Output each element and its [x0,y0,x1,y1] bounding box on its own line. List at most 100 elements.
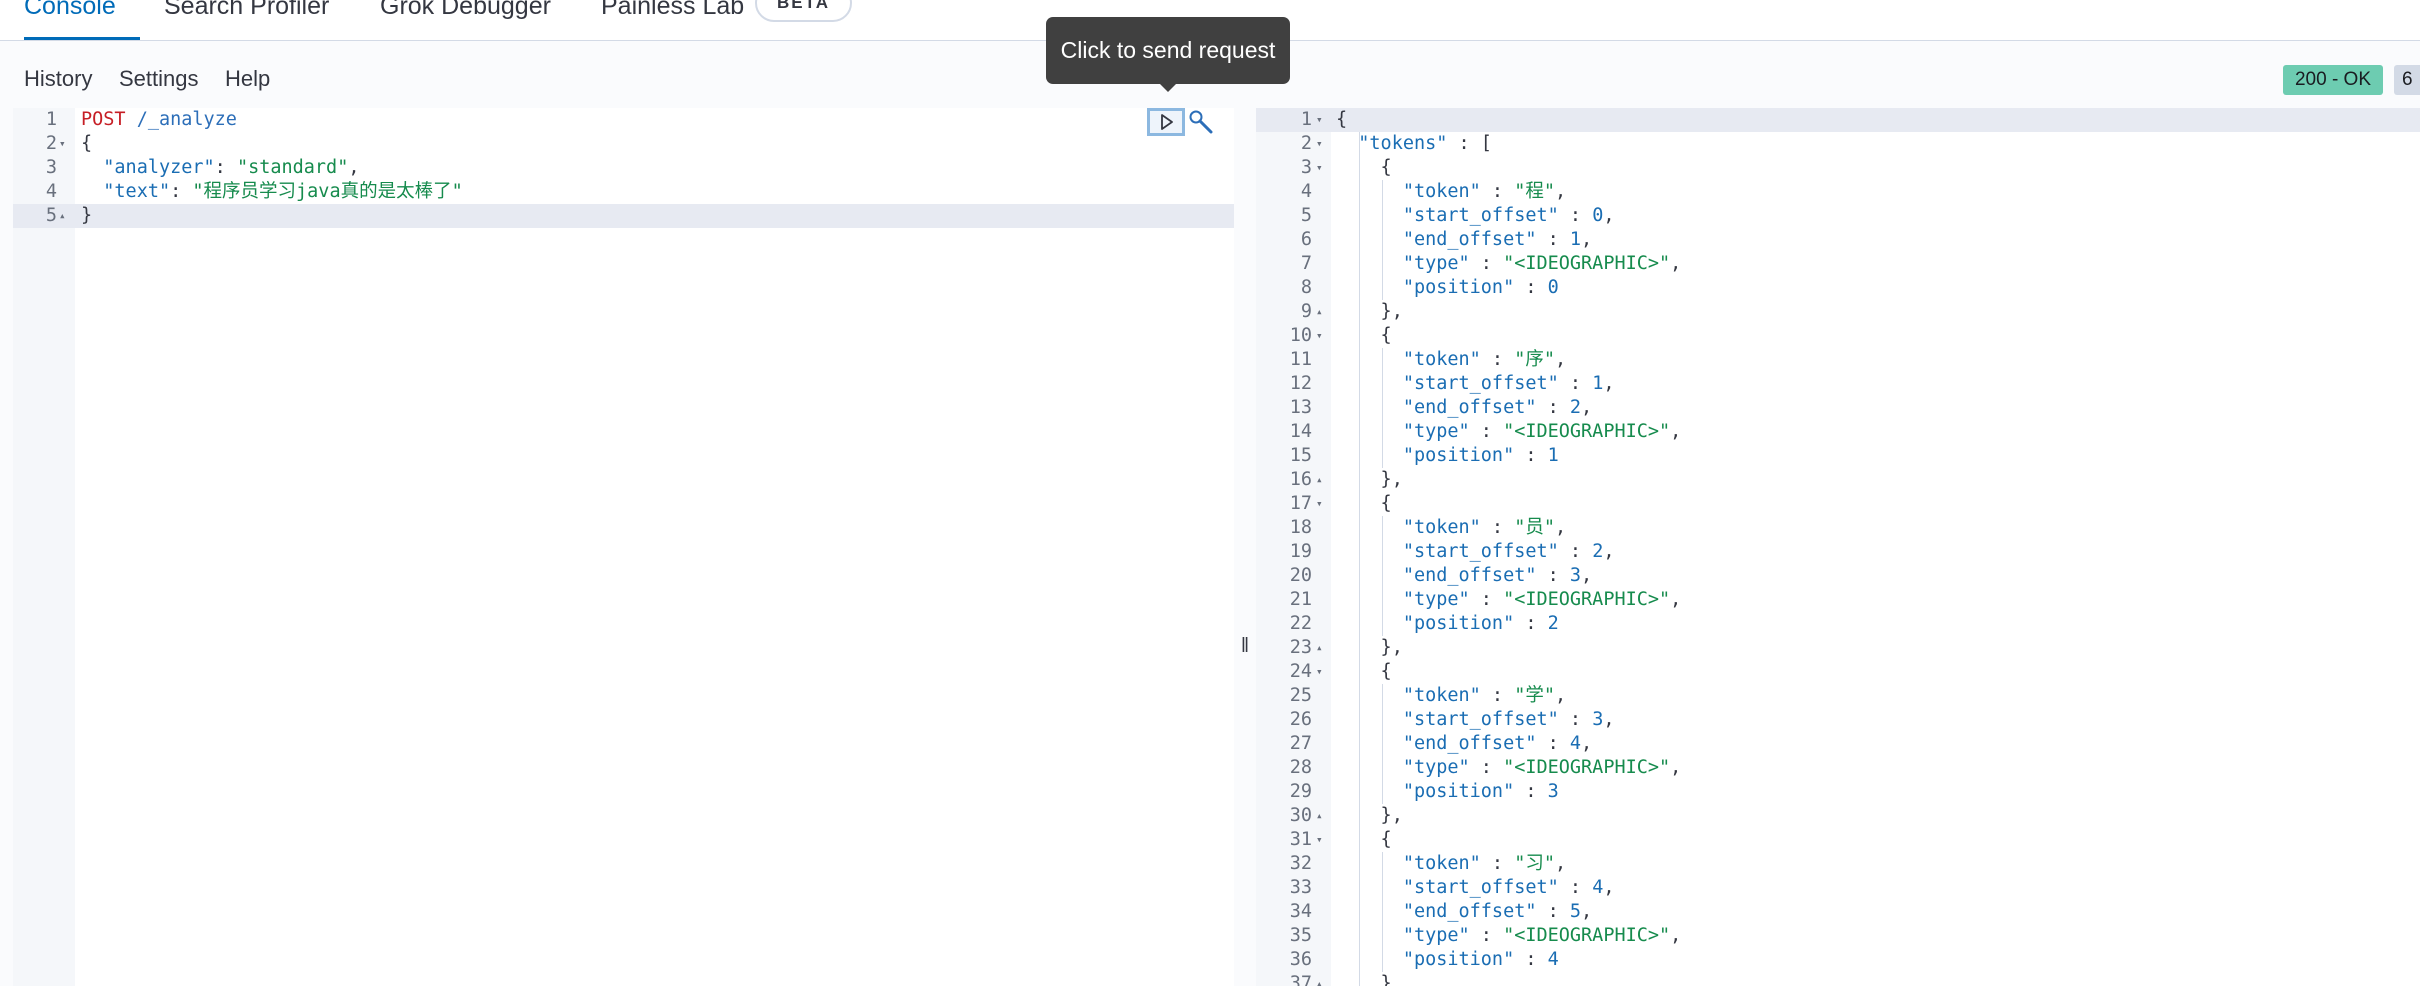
token-punct: }, [1336,805,1403,826]
line-number: 20 [1289,565,1312,586]
code-line: 11 "token" : "序", [1256,348,2420,372]
token-punct: , [1581,229,1593,250]
code-text: "type" : "<IDEOGRAPHIC>", [1336,420,1681,444]
token-punct: , [1581,901,1593,922]
request-settings-button[interactable] [1187,108,1217,138]
code-text: "position" : 0 [1336,276,1559,300]
token-punct: : [1536,901,1570,922]
token-punct: , [1581,397,1593,418]
token-punct [1336,877,1403,898]
line-number: 34 [1289,901,1312,922]
line-number: 32 [1289,853,1312,874]
code-text: "end_offset" : 5, [1336,900,1592,924]
token-punct: { [1336,493,1392,514]
token-punct [1336,277,1403,298]
code-text: "type" : "<IDEOGRAPHIC>", [1336,756,1681,780]
token-punct: , [1670,253,1682,274]
token-key: "type" [1402,589,1470,610]
token-str: "<IDEOGRAPHIC>" [1503,253,1671,274]
fold-close-icon[interactable]: ▴ [59,204,66,228]
token-str: "序" [1514,349,1555,370]
token-punct [1336,397,1403,418]
token-punct [126,109,137,130]
token-str: "员" [1514,517,1555,538]
token-punct: , [1670,757,1682,778]
code-line: 4 "token" : "程", [1256,180,2420,204]
code-line: 2 ▾ "tokens" : [ [1256,132,2420,156]
fold-open-icon[interactable]: ▾ [1316,492,1323,516]
fold-close-icon[interactable]: ▴ [1316,300,1323,324]
code-line: 10 ▾ { [1256,324,2420,348]
token-key: "type" [1402,253,1470,274]
fold-close-icon[interactable]: ▴ [1316,804,1323,828]
token-punct: { [1336,325,1392,346]
settings-menu[interactable]: Settings [119,66,199,92]
tab-console[interactable]: Console [24,0,140,40]
send-request-button[interactable] [1147,108,1185,136]
token-num: 1 [1592,373,1604,394]
code-line: 24 ▾ { [1256,660,2420,684]
status-badge: 200 - OK [2283,65,2383,95]
token-key: "start_offset" [1402,709,1559,730]
code-text: { [1336,828,1392,852]
token-num: 5 [1569,901,1582,922]
fold-open-icon[interactable]: ▾ [1316,156,1323,180]
token-punct: : [170,181,193,202]
history-menu[interactable]: History [24,66,92,92]
token-punct: : [1469,421,1504,442]
fold-open-icon[interactable]: ▾ [1316,324,1323,348]
play-icon [1161,114,1173,130]
fold-close-icon[interactable]: ▴ [1316,636,1323,660]
token-punct: , [1581,565,1593,586]
token-punct: : [214,157,237,178]
line-number: 3 [45,157,57,178]
code-text: }, [1336,972,1403,986]
fold-open-icon[interactable]: ▾ [1316,660,1323,684]
code-line: 16 ▴ }, [1256,468,2420,492]
token-punct: : [1558,205,1593,226]
fold-open-icon[interactable]: ▾ [1316,132,1323,156]
code-line: 7 "type" : "<IDEOGRAPHIC>", [1256,252,2420,276]
tab-search-profiler[interactable]: Search Profiler [164,0,329,40]
fold-open-icon[interactable]: ▾ [59,132,66,156]
token-punct: , [1555,181,1567,202]
token-key: "type" [1402,421,1470,442]
code-text: { [1336,324,1392,348]
token-num: 4 [1547,949,1559,970]
token-key: "position" [1402,949,1515,970]
fold-close-icon[interactable]: ▴ [1316,468,1323,492]
token-punct: , [1603,205,1615,226]
token-punct [1336,205,1403,226]
code-text: "position" : 1 [1336,444,1559,468]
indent-guide [1382,180,1383,300]
tab-painless-lab[interactable]: Painless Lab [601,0,744,40]
code-line: 32 "token" : "习", [1256,852,2420,876]
token-str: "程" [1514,181,1555,202]
token-punct: : [1480,685,1515,706]
code-text: }, [1336,804,1403,828]
token-key: "end_offset" [1402,397,1537,418]
fold-open-icon[interactable]: ▾ [1316,108,1323,132]
token-punct: : [ [1447,133,1492,154]
request-editor[interactable]: 1 POST /_analyze 2 ▾ {3 "analyzer": "standar… [13,108,1234,986]
response-viewer[interactable]: 1 ▾ {2 ▾ "tokens" : [ 3 ▾ {4 "token" : "程", 5 … [1256,108,2420,986]
token-num: 3 [1569,565,1582,586]
resize-handle-icon[interactable]: ‖ [1240,634,1250,658]
fold-close-icon[interactable]: ▴ [1316,972,1323,986]
code-line: 31 ▾ { [1256,828,2420,852]
code-line: 5 "start_offset" : 0, [1256,204,2420,228]
fold-open-icon[interactable]: ▾ [1316,828,1323,852]
token-num: 0 [1547,277,1559,298]
token-punct: : [1469,589,1504,610]
token-str: "学" [1514,685,1555,706]
line-number: 21 [1289,589,1312,610]
code-text: "end_offset" : 4, [1336,732,1592,756]
line-number: 24 [1289,661,1312,682]
help-menu[interactable]: Help [225,66,270,92]
token-punct [81,157,103,178]
token-key: "end_offset" [1402,733,1537,754]
token-num: 1 [1547,445,1559,466]
tab-grok-debugger[interactable]: Grok Debugger [380,0,551,40]
line-number: 6 [1300,229,1312,250]
code-text: { [1336,156,1392,180]
